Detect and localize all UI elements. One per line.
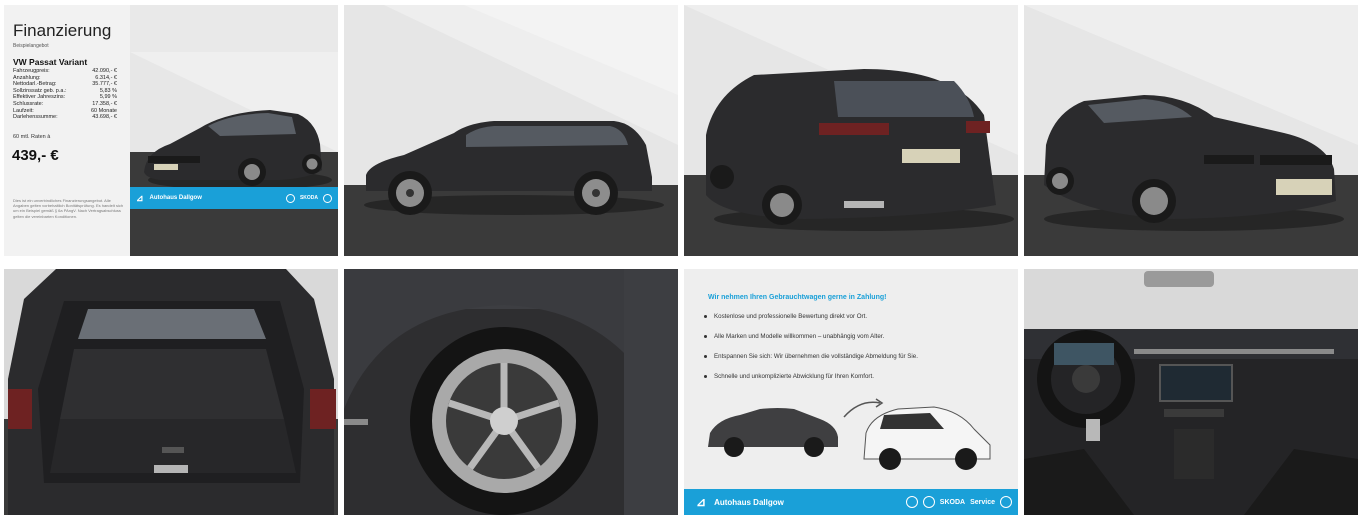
- dealer-name: Autohaus Dallgow: [149, 195, 202, 201]
- trade-in-cars-illustration: [708, 398, 991, 470]
- gallery-image-rear[interactable]: [684, 5, 1018, 256]
- car-photo-interior: [1024, 269, 1358, 515]
- finance-row: Nettodarl.-Betrag: 35.777,- €: [13, 81, 117, 88]
- brand-skoda: SKODA: [939, 498, 966, 506]
- vw-service-logo-icon: [323, 193, 332, 203]
- gallery-image-trade-in[interactable]: Wir nehmen Ihren Gebrauchtwagen gerne in…: [684, 269, 1018, 515]
- finance-row: Anzahlung: 6.314,- €: [13, 74, 117, 81]
- finance-rates-line: 60 mtl. Raten à: [13, 134, 51, 140]
- vw-service-logo-icon: [1000, 496, 1012, 508]
- vw-commercial-logo-icon: [922, 496, 935, 508]
- brand-logos: SKODA Service: [905, 496, 1018, 508]
- car-photo-front-right: [1024, 5, 1358, 256]
- finance-fine-print: Dies ist ein unverbindliches Finanzierun…: [13, 198, 124, 219]
- vw-logo-icon: [905, 496, 918, 508]
- gallery-image-wheel[interactable]: [344, 269, 678, 515]
- finance-panel: Finanzierung Beispielangebot VW Passat V…: [4, 5, 130, 256]
- finance-row: Effektiver Jahreszins: 5,99 %: [13, 94, 117, 101]
- brand-service: Service: [970, 498, 995, 506]
- finance-model: VW Passat Variant: [13, 57, 88, 67]
- car-photo-rear: [684, 5, 1018, 256]
- finance-rows: Fahrzeugpreis: 42.090,- € Anzahlung: 6.314…: [13, 68, 117, 121]
- car-photo-trunk: [4, 269, 338, 515]
- brand-skoda: SKODA: [299, 195, 318, 201]
- finance-monthly-rate: 439,- €: [12, 147, 59, 164]
- gallery-image-trunk[interactable]: [4, 269, 338, 515]
- dealer-bar: ⊿ Autohaus Dallgow SKODA: [130, 187, 338, 209]
- image-gallery: Finanzierung Beispielangebot VW Passat V…: [0, 0, 1363, 515]
- vw-logo-icon: [285, 193, 295, 203]
- gallery-image-front[interactable]: [1024, 5, 1358, 256]
- finance-row: Darlehenssumme: 43.698,- €: [13, 114, 117, 121]
- gallery-image-side-profile[interactable]: [344, 5, 678, 256]
- dealer-name: Autohaus Dallgow: [714, 497, 784, 507]
- finance-subtitle: Beispielangebot: [13, 43, 49, 49]
- car-photo-wheel: [344, 269, 678, 515]
- car-photo-side: [344, 5, 678, 256]
- finance-row: Sollzinssatz geb. p.a.: 5,83 %: [13, 87, 117, 94]
- brand-logos: SKODA: [285, 193, 338, 203]
- finance-title: Finanzierung: [13, 21, 112, 40]
- dealer-logo-icon: ⊿: [696, 495, 707, 509]
- dealer-logo-icon: ⊿: [136, 192, 144, 203]
- finance-row: Laufzeit: 60 Monate: [13, 107, 117, 114]
- gallery-image-finance-offer[interactable]: Finanzierung Beispielangebot VW Passat V…: [4, 5, 338, 256]
- finance-row: Fahrzeugpreis: 42.090,- €: [13, 68, 117, 74]
- dealer-bar: ⊿ Autohaus Dallgow SKODA Service: [684, 489, 1018, 515]
- finance-row: Schlussrate: 17.358,- €: [13, 100, 117, 107]
- gallery-image-interior[interactable]: [1024, 269, 1358, 515]
- car-photo-front: [130, 52, 338, 256]
